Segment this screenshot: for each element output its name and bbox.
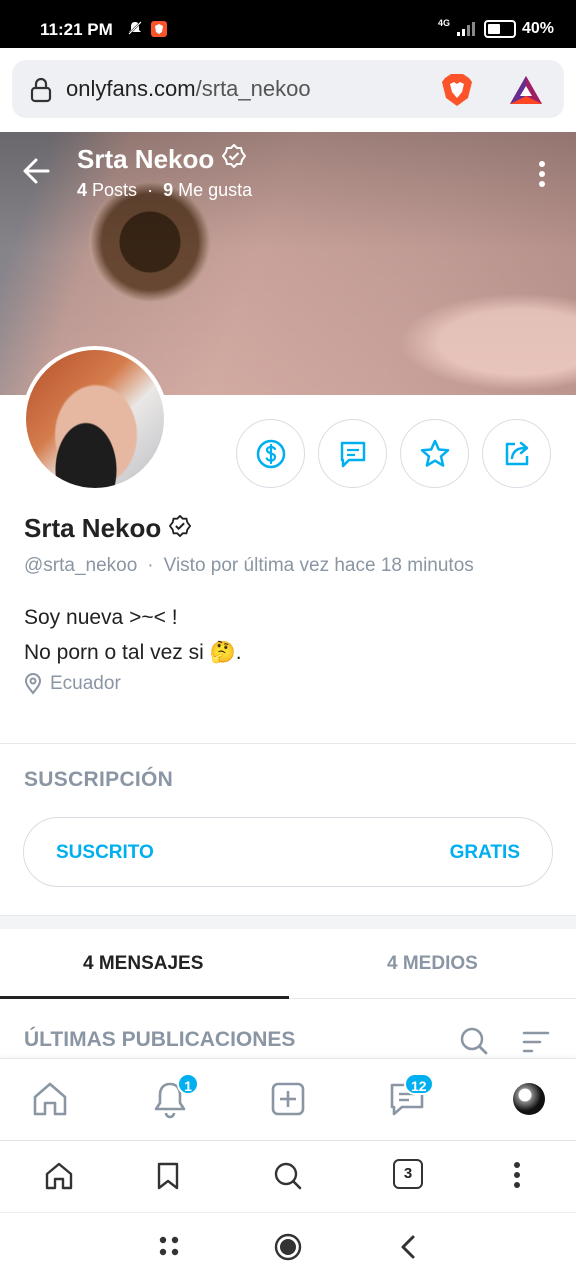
last-seen: Visto por última vez hace 18 minutos [163,555,474,576]
stats-separator: · [147,180,154,200]
subscription-price: GRATIS [449,842,520,863]
dollar-icon [256,439,285,468]
back-arrow-icon[interactable] [22,158,50,189]
browser-menu-icon[interactable] [513,1161,521,1194]
home-icon[interactable] [30,1079,70,1124]
location-text: Ecuador [50,673,121,694]
url-domain: onlyfans.com [66,76,196,101]
status-right: 4G 40% [437,18,554,38]
profile-location: Ecuador [24,673,121,695]
message-button[interactable] [318,419,387,488]
browser-toolbar: onlyfans.com/srta_nekoo [0,48,576,132]
profile-handle: @srta_nekoo [24,555,138,576]
content-tabs: 4 MENSAJES 4 MEDIOS [0,929,576,999]
section-gap [0,915,576,929]
feed-section-title: ÚLTIMAS PUBLICACIONES [24,1028,296,1051]
recents-icon[interactable] [159,1236,179,1261]
bookmark-icon[interactable] [156,1161,180,1196]
posts-label: Posts [92,180,138,200]
system-nav-bar [0,1212,576,1280]
mute-notification-icon [127,20,143,39]
tab-switcher-button[interactable]: 3 [393,1159,423,1189]
profile-name: Srta Nekoo [24,513,162,543]
header-stats: 4 Posts · 9 Me gusta [77,180,252,201]
share-button[interactable] [482,419,551,488]
sort-icon[interactable] [522,1030,550,1059]
battery-icon [483,20,516,38]
subscription-button[interactable]: SUSCRITO GRATIS [23,817,553,887]
verified-badge-icon [222,143,247,175]
likes-label: Me gusta [178,180,253,200]
send-tip-button[interactable] [236,419,305,488]
app-bottom-nav: 1 12 [0,1058,576,1140]
profile-actions [236,419,551,488]
lock-icon[interactable] [30,77,52,108]
address-bar[interactable]: onlyfans.com/srta_nekoo [12,60,564,118]
avatar[interactable] [22,346,168,492]
search-icon[interactable] [459,1026,489,1061]
tab-posts[interactable]: 4 MENSAJES [83,953,203,975]
subscription-status: SUSCRITO [56,842,154,863]
subscription-title: SUSCRIPCIÓN [24,768,174,791]
header-name: Srta Nekoo [77,144,215,174]
battery-level: 40% [521,20,554,37]
share-icon [505,441,528,465]
message-icon [340,441,365,467]
messages-badge: 12 [404,1073,434,1095]
home-system-icon[interactable] [274,1233,302,1266]
bio-line: No porn o tal vez si 🤔. [24,641,242,664]
more-options-icon[interactable] [538,160,546,193]
meta-separator: · [147,555,154,576]
profile-bio: Soy nueva >~< ! No porn o tal vez si 🤔. [24,600,242,670]
divider [0,743,576,744]
url-text[interactable]: onlyfans.com/srta_nekoo [66,76,311,102]
location-pin-icon [24,673,42,695]
likes-count: 9 [163,180,174,200]
notifications-badge: 1 [177,1073,199,1095]
verified-badge-icon [169,513,192,544]
add-post-icon[interactable] [268,1079,308,1124]
brave-status-icon [150,20,168,41]
browser-home-icon[interactable] [44,1161,74,1196]
posts-count: 4 [77,180,88,200]
favorite-button[interactable] [400,419,469,488]
tab-media[interactable]: 4 MEDIOS [387,953,478,975]
system-back-icon[interactable] [399,1234,417,1265]
bat-rewards-icon[interactable] [508,74,544,111]
status-bar: 11:21 PM 4G 40% [0,0,576,48]
active-tab-indicator [0,996,289,999]
star-icon [420,439,449,467]
url-path: /srta_nekoo [195,76,311,101]
status-time: 11:21 PM [40,20,113,39]
user-avatar[interactable] [513,1083,545,1115]
network-type: 4G [437,18,450,28]
browser-bottom-bar: 3 [0,1140,576,1212]
profile-name-row: Srta Nekoo [24,513,192,544]
header-title: Srta Nekoo [77,143,247,175]
brave-shields-icon[interactable] [440,72,474,113]
signal-icon [456,22,475,36]
profile-meta: @srta_nekoo · Visto por última vez hace … [24,555,474,577]
bio-line: Soy nueva >~< ! [24,606,178,629]
profile-header: Srta Nekoo 4 Posts · 9 Me gusta [0,132,576,222]
browser-search-icon[interactable] [273,1161,303,1196]
